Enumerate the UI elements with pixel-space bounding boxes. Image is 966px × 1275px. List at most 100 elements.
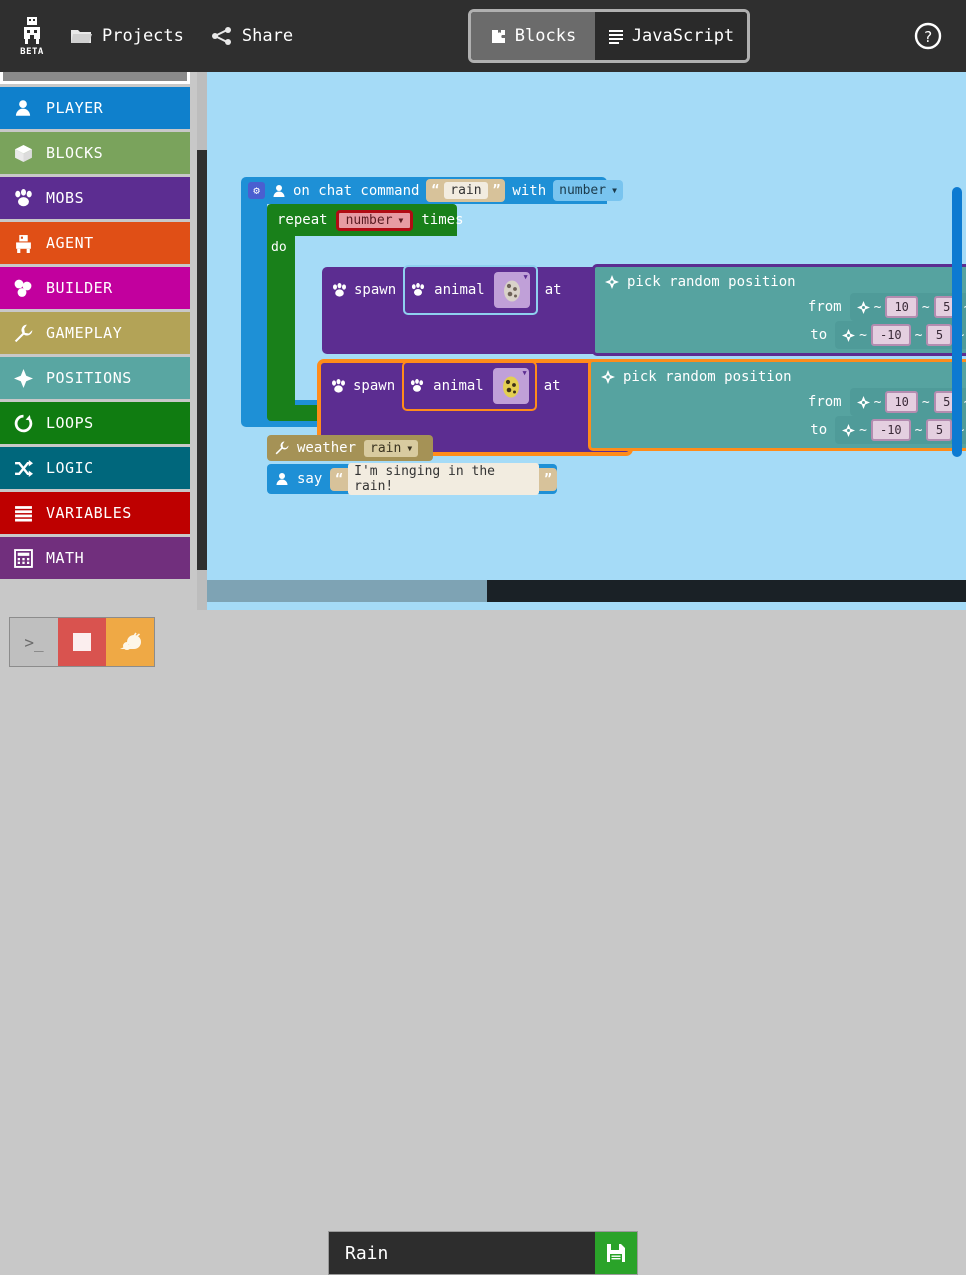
to-x-field-1[interactable]: -10 xyxy=(871,324,911,346)
toolbox-category-label: BUILDER xyxy=(46,279,113,297)
block-weather[interactable]: weather rain ▼ xyxy=(267,435,433,461)
chat-command-field[interactable]: “ rain ” xyxy=(426,179,505,202)
block-pick-random-position-1[interactable]: pick random position from ~ 10 ~ xyxy=(592,264,966,356)
slow-motion-button[interactable] xyxy=(106,618,154,666)
workspace-vertical-scrollbar[interactable] xyxy=(952,187,962,457)
save-button[interactable] xyxy=(595,1232,637,1274)
toolbox-category-label: GAMEPLAY xyxy=(46,324,122,342)
position-block-to-2[interactable]: ~ -10 ~ 5 ~ -10 xyxy=(835,416,966,444)
at-label-1: at xyxy=(545,282,562,298)
floppy-save-icon xyxy=(606,1243,626,1263)
to-y-field-2[interactable]: 5 xyxy=(926,419,952,441)
from-label-1: from xyxy=(808,299,842,315)
toolbox-category-label: LOOPS xyxy=(46,414,94,432)
animal-label-1: animal xyxy=(434,282,485,298)
workspace-horizontal-scrollbar-thumb[interactable] xyxy=(207,580,487,602)
prp-title-1: pick random position xyxy=(605,274,796,290)
paw-icon xyxy=(410,379,424,393)
say-label: say xyxy=(297,471,322,487)
toolbox-category-positions[interactable]: POSITIONS xyxy=(0,354,190,399)
close-quote-icon: ” xyxy=(544,472,552,487)
animal-selector-2[interactable]: animal ▼ xyxy=(402,361,537,411)
toolbox-category-blocks[interactable]: BLOCKS xyxy=(0,129,190,174)
blocks-workspace[interactable]: ⚙ on chat command “ rain ” with number ▼ xyxy=(207,72,966,610)
spawn-label-2: spawn xyxy=(353,378,395,394)
event-param-value: number xyxy=(559,183,606,198)
chevron-down-icon: ▼ xyxy=(612,186,617,195)
to-x-field-2[interactable]: -10 xyxy=(871,419,911,441)
chicken-spawn-egg-icon[interactable]: ▼ xyxy=(494,272,530,308)
ocelot-spawn-egg-icon[interactable]: ▼ xyxy=(493,368,529,404)
tab-blocks-label: Blocks xyxy=(515,26,576,46)
toolbox-category-label: AGENT xyxy=(46,234,94,252)
with-label: with xyxy=(512,183,546,199)
toolbox-category-gameplay[interactable]: GAMEPLAY xyxy=(0,309,190,354)
tab-javascript[interactable]: JavaScript xyxy=(595,12,747,60)
toolbox-scroll-area: PLAYER BLOCKS MOBS AGENT BUILDER GAMEPLAY POSI… xyxy=(0,72,197,610)
cube-icon xyxy=(12,144,34,163)
compass-icon xyxy=(605,275,619,289)
position-block-from-1[interactable]: ~ 10 ~ 5 ~ 10 xyxy=(850,293,966,321)
prp-to-row-1: to ~ -10 ~ 5 ~ -10 xyxy=(810,321,966,349)
toolbox-category-label: VARIABLES xyxy=(46,504,132,522)
toolbox-category-math[interactable]: MATH xyxy=(0,534,190,579)
editor-mode-tabs: Blocks JavaScript xyxy=(468,9,750,63)
block-repeat-times[interactable]: repeat number ▼ times do xyxy=(267,204,607,421)
prp-to-row-2: to ~ -10 ~ 5 ~ -10 xyxy=(810,416,966,444)
toolbox-category-builder[interactable]: BUILDER xyxy=(0,264,190,309)
project-name-input[interactable] xyxy=(329,1232,595,1274)
stop-button[interactable] xyxy=(58,618,106,666)
weather-dropdown[interactable]: rain ▼ xyxy=(364,440,418,457)
repeat-label: repeat xyxy=(277,212,328,228)
toolbox-category-label: PLAYER xyxy=(46,99,103,117)
at-label-2: at xyxy=(544,378,561,394)
toolbox-category-partial[interactable] xyxy=(0,72,190,84)
block-say[interactable]: say “ I'm singing in the rain! ” xyxy=(267,464,557,494)
toolbox-category-mobs[interactable]: MOBS xyxy=(0,174,190,219)
toolbox-category-label: LOGIC xyxy=(46,459,94,477)
makecode-logo[interactable]: BETA xyxy=(8,16,56,57)
prp-title-label-2: pick random position xyxy=(623,369,792,385)
block-spawn-animal-1[interactable]: spawn animal xyxy=(322,267,633,354)
toolbox-category-label: BLOCKS xyxy=(46,144,103,162)
toolbox-category-player[interactable]: PLAYER xyxy=(0,84,190,129)
toolbox-category-label: MOBS xyxy=(46,189,84,207)
from-label-2: from xyxy=(808,394,842,410)
position-block-to-1[interactable]: ~ -10 ~ 5 ~ -10 xyxy=(835,321,966,349)
relative-marker: ~ xyxy=(915,328,923,343)
times-label: times xyxy=(421,212,463,228)
toolbox-category-loops[interactable]: LOOPS xyxy=(0,399,190,444)
paw-icon xyxy=(12,189,34,208)
compass-icon xyxy=(857,396,870,409)
relative-marker: ~ xyxy=(915,423,923,438)
event-block-left-edge xyxy=(241,204,267,400)
block-pick-random-position-2[interactable]: pick random position from ~ 10 ~ xyxy=(588,359,966,451)
help-button[interactable]: ? xyxy=(914,22,942,50)
person-icon xyxy=(272,184,286,198)
block-on-chat-command[interactable]: ⚙ on chat command “ rain ” with number ▼ xyxy=(241,177,607,417)
say-message-field[interactable]: “ I'm singing in the rain! ” xyxy=(330,468,557,491)
repeat-count-variable[interactable]: number ▼ xyxy=(336,210,414,231)
workspace-horizontal-scrollbar-track[interactable] xyxy=(207,580,966,602)
share-button[interactable]: Share xyxy=(198,18,307,54)
terminal-button[interactable]: >_ xyxy=(10,618,58,666)
projects-button[interactable]: Projects xyxy=(56,18,198,54)
bottom-bar: >_ xyxy=(0,610,966,674)
toolbox-category-agent[interactable]: AGENT xyxy=(0,219,190,264)
event-param-dropdown[interactable]: number ▼ xyxy=(553,180,623,201)
toolbox-scrollbar-top[interactable] xyxy=(197,72,207,150)
from-x-field-2[interactable]: 10 xyxy=(885,391,917,413)
toolbox-category-logic[interactable]: LOGIC xyxy=(0,444,190,489)
tab-blocks[interactable]: Blocks xyxy=(471,12,595,60)
toolbox-scrollbar-bottom[interactable] xyxy=(197,570,207,610)
from-x-field-1[interactable]: 10 xyxy=(885,296,917,318)
project-name-bar xyxy=(328,1231,638,1275)
position-block-from-2[interactable]: ~ 10 ~ 5 ~ 10 xyxy=(850,388,966,416)
top-toolbar: BETA Projects Share xyxy=(0,0,966,72)
share-icon xyxy=(212,27,232,45)
animal-selector-1[interactable]: animal ▼ xyxy=(403,265,538,315)
gear-icon[interactable]: ⚙ xyxy=(248,182,265,199)
to-y-field-1[interactable]: 5 xyxy=(926,324,952,346)
snail-icon xyxy=(118,632,142,652)
toolbox-category-variables[interactable]: VARIABLES xyxy=(0,489,190,534)
